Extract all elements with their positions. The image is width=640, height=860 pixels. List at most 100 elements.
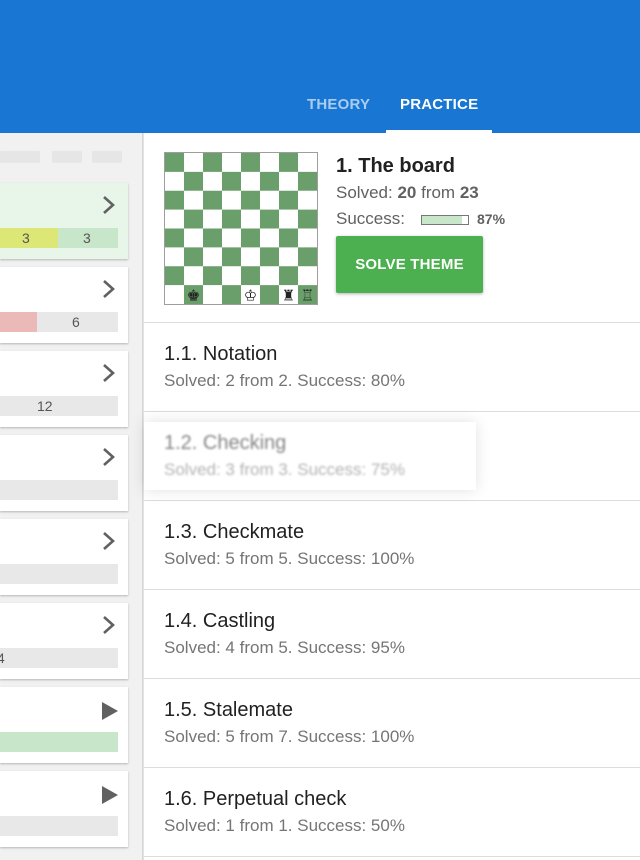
exercise-title: 1.1. Notation: [164, 343, 278, 365]
left-card-2[interactable]: 6: [0, 267, 128, 343]
exercise-title: 1.2. Checking: [164, 432, 287, 454]
exercise-stats: Solved: 4 from 5. Success: 95%: [164, 638, 405, 657]
board-square: [165, 171, 185, 191]
board-square: [298, 171, 317, 191]
board-square: [165, 190, 185, 210]
chevron-right-icon: [103, 280, 115, 298]
board-square: [222, 285, 242, 304]
chess-board-thumbnail[interactable]: ♚ ♔ ♜ ♖: [164, 152, 318, 305]
chevron-right-icon: [103, 616, 115, 634]
solve-theme-button[interactable]: SOLVE THEME: [336, 236, 483, 293]
left-card-1[interactable]: 3 3: [0, 183, 128, 259]
chess-piece: ♖: [301, 287, 314, 304]
board-square: [241, 153, 261, 173]
board-square: [222, 209, 242, 229]
board-square: [165, 285, 185, 304]
board-square: [260, 266, 280, 286]
left-card-bar: [0, 480, 118, 500]
board-square: [279, 266, 299, 286]
left-card-value: 6: [72, 314, 80, 330]
board-square: [203, 266, 223, 286]
board-square: [222, 228, 242, 248]
theme-title: 1. The board: [336, 155, 455, 177]
exercise-item-notation[interactable]: 1.1. Notation Solved: 2 from 2. Success:…: [144, 323, 640, 412]
success-bar: [421, 215, 469, 225]
board-square: [279, 171, 299, 191]
board-square: [184, 190, 204, 210]
exercise-item-perpetual-check[interactable]: 1.6. Perpetual check Solved: 1 from 1. S…: [144, 768, 640, 857]
board-square: [165, 209, 185, 229]
left-card-8[interactable]: [0, 771, 128, 847]
board-square: [298, 209, 317, 229]
board-square: [222, 247, 242, 267]
board-square: [279, 153, 299, 173]
left-card-bar: 6: [0, 312, 118, 332]
left-card-7[interactable]: [0, 687, 128, 763]
board-square: [241, 247, 261, 267]
board-square: [203, 153, 223, 173]
exercise-title: 1.3. Checkmate: [164, 521, 305, 543]
chevron-right-icon: [103, 364, 115, 382]
board-square: [222, 171, 242, 191]
board-square: [260, 171, 280, 191]
exercise-item-castling[interactable]: 1.4. Castling Solved: 4 from 5. Success:…: [144, 590, 640, 679]
exercise-item-checking[interactable]: 1.2. Checking Solved: 3 from 3. Success:…: [144, 412, 640, 501]
board-square: [298, 153, 317, 173]
board-square: [241, 209, 261, 229]
left-card-value: 4: [0, 650, 5, 666]
board-square: [184, 266, 204, 286]
left-card-5[interactable]: [0, 519, 128, 595]
exercise-item-checkmate[interactable]: 1.3. Checkmate Solved: 5 from 5. Success…: [144, 501, 640, 590]
left-card-bar: [0, 816, 118, 836]
board-square: [241, 266, 261, 286]
exercise-stats: Solved: 2 from 2. Success: 80%: [164, 371, 405, 390]
board-square: [260, 285, 280, 304]
board-square: [184, 209, 204, 229]
chess-piece: ♔: [244, 287, 257, 304]
board-square: [203, 228, 223, 248]
chess-board: ♚ ♔ ♜ ♖: [165, 153, 317, 304]
left-card-bar: [0, 732, 118, 752]
board-square: [260, 228, 280, 248]
tab-theory[interactable]: THEORY: [307, 96, 370, 133]
exercise-stats: Solved: 5 from 7. Success: 100%: [164, 727, 415, 746]
play-icon: [102, 702, 118, 720]
left-card-bar: 3 3: [0, 228, 118, 248]
left-card-value: 3: [22, 230, 30, 246]
success-bar-fill: [422, 216, 463, 224]
board-square: [241, 190, 261, 210]
left-card-value: 12: [37, 398, 53, 414]
board-square: [165, 228, 185, 248]
success-label: Success:: [336, 209, 405, 228]
left-card-6[interactable]: 4: [0, 603, 128, 679]
board-square: [184, 171, 204, 191]
left-card-3[interactable]: 12: [0, 351, 128, 427]
exercise-item-stalemate[interactable]: 1.5. Stalemate Solved: 5 from 7. Success…: [144, 679, 640, 768]
left-card-4[interactable]: [0, 435, 128, 511]
board-square: [298, 228, 317, 248]
board-square: [203, 171, 223, 191]
board-square: [203, 209, 223, 229]
app-bar: THEORY PRACTICE: [0, 0, 640, 133]
board-square: [241, 228, 261, 248]
tab-practice[interactable]: PRACTICE: [400, 96, 478, 133]
board-square: [165, 247, 185, 267]
board-square: [165, 153, 185, 173]
board-square: [279, 228, 299, 248]
board-square: [222, 153, 242, 173]
board-square: [298, 190, 317, 210]
board-square: [184, 228, 204, 248]
chevron-right-icon: [103, 196, 115, 214]
chess-piece: ♚: [187, 287, 200, 304]
board-square: [260, 190, 280, 210]
board-square: [203, 247, 223, 267]
left-card-bar: [0, 564, 118, 584]
left-card-bar: 4: [0, 648, 118, 668]
left-panel: 3 3 6 12 4: [0, 133, 142, 860]
exercise-stats: Solved: 3 from 3. Success: 75%: [164, 460, 405, 479]
board-square: [260, 209, 280, 229]
chess-piece: ♜: [282, 287, 295, 304]
from-label: from: [421, 183, 456, 202]
practice-panel: ♚ ♔ ♜ ♖ 1. The board Solved: 20 from 23 Suc…: [144, 133, 640, 860]
board-square: [184, 247, 204, 267]
